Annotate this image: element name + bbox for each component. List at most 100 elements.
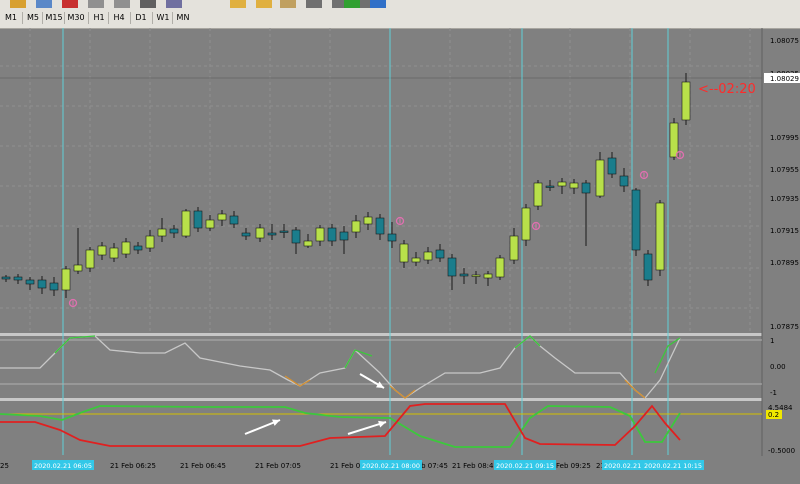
osc1-axis-label: 0.00 — [770, 363, 786, 371]
cursor-icon[interactable] — [114, 0, 130, 8]
tiles-icon[interactable] — [166, 0, 182, 8]
candle-body — [205, 219, 215, 229]
pane-divider — [0, 398, 762, 401]
candle-body — [423, 251, 433, 261]
candle-body — [643, 253, 653, 281]
time-axis-label: 21 Feb 06:25 — [110, 462, 156, 470]
candle-body — [363, 216, 373, 225]
timeframe-separator — [64, 12, 65, 24]
price-axis: 1.080751.080351.079951.079551.079351.079… — [698, 37, 800, 455]
profile-icon[interactable] — [36, 0, 52, 8]
timeframe-w1[interactable]: W1 — [154, 10, 172, 26]
candle-body — [193, 210, 203, 229]
osc2-axis-label: -0.5000 — [768, 447, 795, 455]
candle-body — [303, 240, 313, 247]
folder-icon[interactable] — [10, 0, 26, 8]
timeframe-d1[interactable]: D1 — [132, 10, 150, 26]
price-axis-label: 1.07875 — [770, 323, 799, 331]
candle-body — [631, 189, 641, 251]
candle-body — [327, 227, 337, 242]
chart-canvas[interactable]: 1.080751.080351.079951.079551.079351.079… — [0, 28, 800, 480]
candle-body — [411, 257, 421, 263]
candle-body — [375, 217, 385, 235]
chart-area[interactable]: 1.080751.080351.079951.079551.079351.079… — [0, 28, 800, 480]
candle-body — [495, 257, 505, 278]
candle-body — [181, 210, 191, 237]
candle-body — [459, 273, 469, 277]
annotation-arrows — [244, 373, 387, 435]
candle-body — [581, 182, 591, 194]
candle-body — [255, 227, 265, 239]
osc2-green-line — [0, 405, 681, 448]
grid-layer — [0, 28, 763, 456]
new-order-icon[interactable] — [62, 0, 78, 8]
current-price-label: 1.08029 — [770, 75, 799, 83]
candle-body — [339, 231, 349, 241]
bar-countdown: <--02:20 — [698, 82, 756, 97]
timeframe-separator — [172, 12, 173, 24]
timeframe-separator — [152, 12, 153, 24]
candle-body — [37, 279, 47, 289]
osc1-axis-label: 1 — [770, 337, 774, 345]
timeframe-m30[interactable]: M30 — [66, 10, 86, 26]
candle-body — [291, 229, 301, 244]
price-axis-label: 1.07935 — [770, 195, 799, 203]
timeframe-m1[interactable]: M1 — [2, 10, 20, 26]
candle-body — [145, 235, 155, 249]
grid-icon[interactable] — [306, 0, 322, 8]
toolbar: M1 M5 M15 M30 H1 H4 D1 W1 MN — [0, 0, 800, 29]
candle-body — [447, 257, 457, 277]
candle-body — [1, 276, 11, 280]
timeframe-separator — [42, 12, 43, 24]
timeframe-separator — [130, 12, 131, 24]
timeframe-h1[interactable]: H1 — [90, 10, 108, 26]
osc1-oversold-segment — [624, 379, 646, 399]
candle-body — [569, 182, 579, 189]
candle-body — [435, 249, 445, 259]
zoom-out-icon[interactable] — [256, 0, 272, 8]
candle-body — [509, 235, 519, 261]
candle-body — [669, 122, 679, 158]
period-icon[interactable] — [370, 0, 386, 8]
timeframe-separator — [108, 12, 109, 24]
candle-body — [97, 245, 107, 256]
candle-body — [351, 220, 361, 233]
crosshair-icon[interactable] — [88, 0, 104, 8]
zoom-in-icon[interactable] — [230, 0, 246, 8]
candle-body — [315, 227, 325, 242]
candle-body — [545, 185, 555, 188]
candle-body — [169, 228, 179, 234]
add-indicator-icon[interactable] — [344, 0, 360, 8]
timeframe-separator — [88, 12, 89, 24]
candle-body — [607, 157, 617, 175]
time-axis-label: 21 Feb 07:05 — [255, 462, 301, 470]
time-axis-label: Feb 09:25 — [556, 462, 591, 470]
price-axis-label: 1.08075 — [770, 37, 799, 45]
timeframe-m5[interactable]: M5 — [24, 10, 42, 26]
line-icon[interactable] — [140, 0, 156, 8]
candle-body — [109, 247, 119, 259]
candle-body — [655, 202, 665, 271]
candle-body — [25, 279, 35, 285]
timeframe-m15[interactable]: M15 — [44, 10, 64, 26]
timeframe-mn[interactable]: MN — [174, 10, 192, 26]
osc2-axis-label: 0.2 — [768, 411, 779, 419]
candle-body — [85, 249, 95, 269]
price-axis-label: 1.07995 — [770, 134, 799, 142]
template-icon[interactable] — [280, 0, 296, 8]
candle-body — [595, 159, 605, 197]
time-axis-label: 21 Feb 08:45 — [452, 462, 498, 470]
candle-body — [387, 233, 397, 242]
candle-body — [157, 228, 167, 237]
time-axis: 25 21 Feb 06:25 21 Feb 06:45 21 Feb 07:05 21… — [0, 457, 800, 480]
osc1-axis-label: -1 — [770, 389, 777, 397]
annotation-arrowhead — [378, 420, 386, 428]
candle-body — [73, 264, 83, 272]
timeframe-h4[interactable]: H4 — [110, 10, 128, 26]
time-axis-label: 25 — [0, 462, 9, 470]
osc1-overbought-segment — [54, 335, 96, 354]
candle-body — [241, 232, 251, 237]
osc1-overbought-segment — [514, 335, 541, 349]
timeframe-separator — [22, 12, 23, 24]
time-axis-highlight-label: 2020.02.21 06:05 — [34, 462, 92, 470]
